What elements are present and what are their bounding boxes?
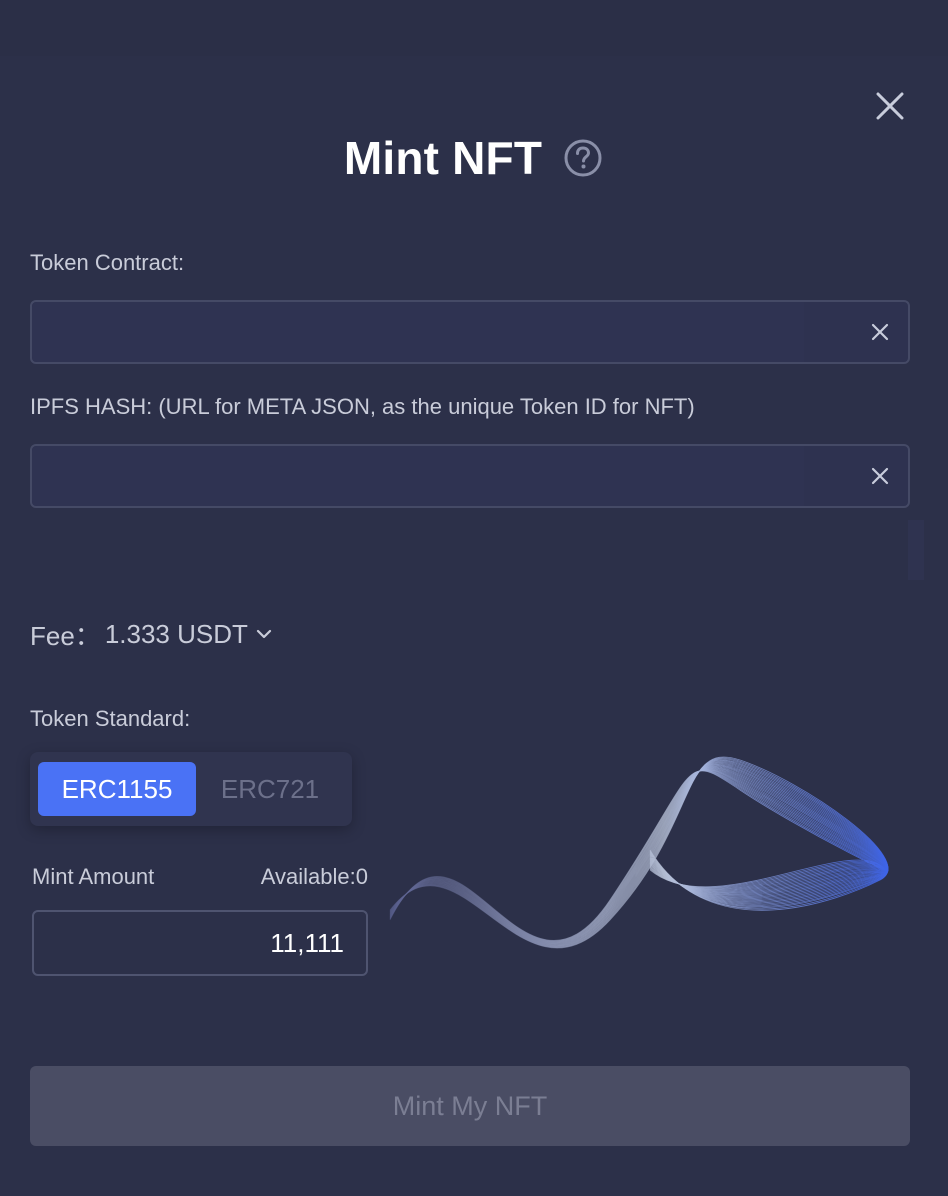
mint-amount-input[interactable]: [64, 927, 344, 959]
fee-value: 1.333 USDT: [104, 618, 248, 649]
mint-amount-label: Mint Amount: [32, 864, 155, 889]
mint-amount-header: Mint Amount Available:0: [32, 862, 368, 892]
fee-selector[interactable]: Fee： 1.333 USDT: [30, 614, 274, 654]
wave-line: [389, 760, 889, 948]
title-row: Mint NFT: [0, 126, 948, 190]
token-standard-label: Token Standard:: [30, 706, 191, 731]
ipfs-hash-input[interactable]: [46, 446, 786, 506]
token-contract-field: [30, 300, 910, 364]
chevron-down-icon[interactable]: [256, 625, 274, 643]
token-standard-toggle: ERC1155 ERC721: [30, 752, 352, 826]
clear-icon[interactable]: [864, 316, 896, 348]
wave-decoration: [389, 756, 889, 949]
token-contract-label: Token Contract:: [30, 250, 185, 275]
wave-line: [389, 760, 889, 947]
divider: [908, 520, 924, 580]
wave-line: [389, 756, 889, 949]
close-button[interactable]: [870, 86, 910, 126]
mint-nft-modal: Mint NFT Token Contract: IPFS HASH: (URL…: [0, 0, 948, 1196]
erc1155-option[interactable]: ERC1155: [38, 762, 196, 816]
wave-line: [389, 757, 889, 948]
wave-line: [389, 759, 889, 948]
clear-icon[interactable]: [864, 460, 896, 492]
question-circle-icon[interactable]: [562, 137, 604, 179]
mint-amount-field: [32, 910, 368, 976]
close-icon: [876, 92, 904, 120]
mint-my-nft-button[interactable]: Mint My NFT: [30, 1066, 910, 1146]
erc721-option[interactable]: ERC721: [200, 762, 340, 816]
ipfs-hash-field: [30, 444, 910, 508]
wave-line: [389, 761, 889, 947]
page-title: Mint NFT: [343, 132, 543, 184]
token-contract-input[interactable]: [46, 302, 786, 362]
ipfs-hash-label: IPFS HASH: (URL for META JSON, as the un…: [30, 394, 695, 419]
available-amount: Available:0: [260, 864, 368, 889]
wave-line: [389, 758, 889, 948]
fee-label: Fee：: [30, 620, 101, 651]
modal-top-strip: [0, 0, 948, 56]
